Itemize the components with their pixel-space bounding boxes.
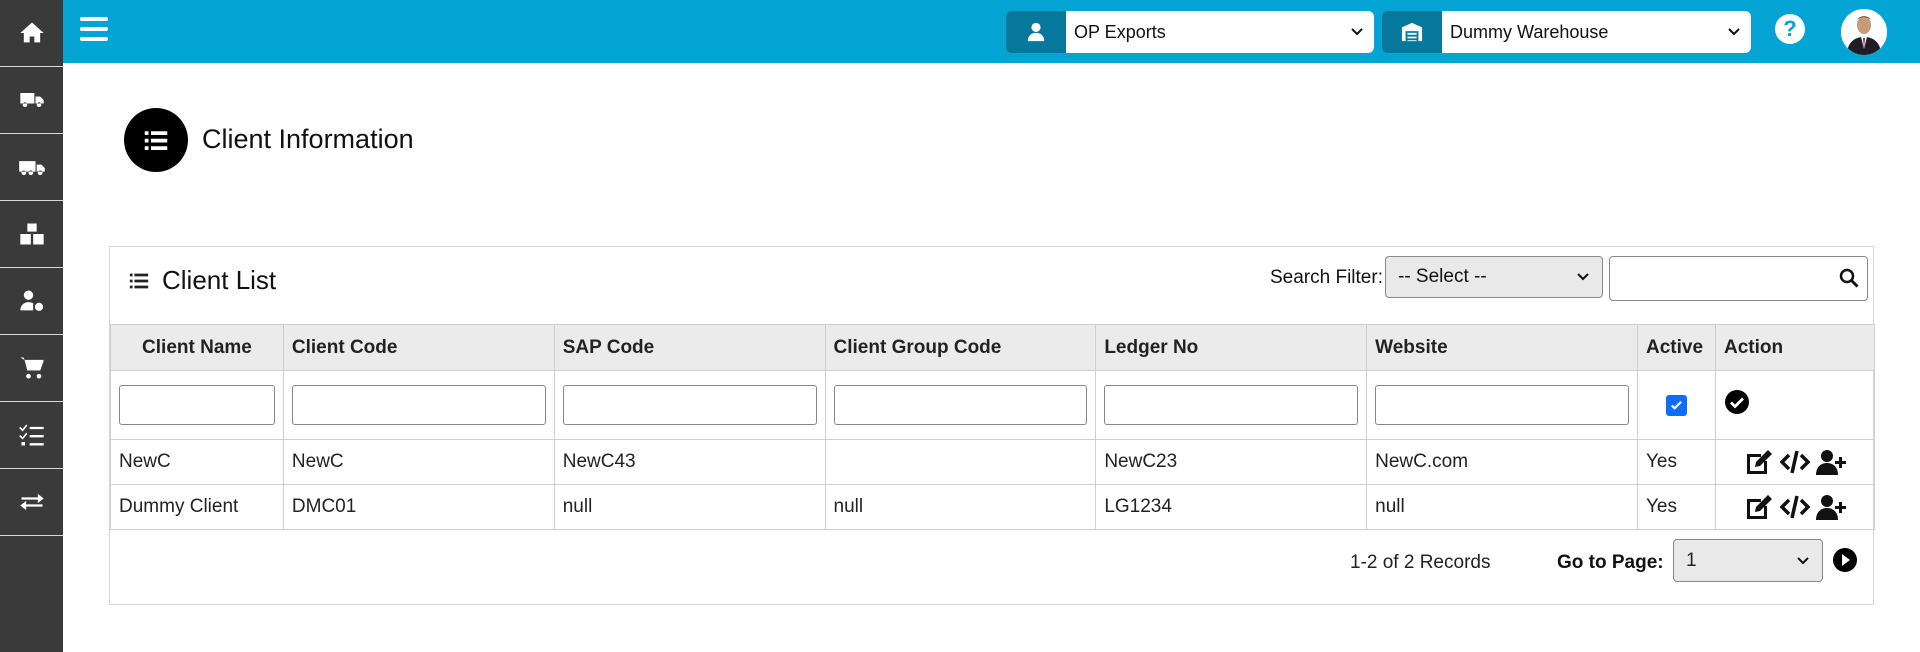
cell-active: Yes [1636, 484, 1716, 530]
chevron-down-icon [1728, 28, 1740, 36]
page-title: Client Information [202, 124, 414, 154]
row-actions [1724, 449, 1866, 475]
sidebar-item-cart[interactable] [0, 335, 63, 402]
help-button[interactable]: ? [1775, 14, 1805, 44]
company-select[interactable]: OP Exports [1066, 11, 1374, 53]
sidebar-item-user-settings[interactable] [0, 268, 63, 335]
column-header-ledger-no[interactable]: Ledger No [1095, 324, 1368, 371]
list-icon [144, 131, 168, 150]
chevron-down-icon [1351, 28, 1363, 36]
cell-client-code: DMC01 [282, 484, 555, 530]
home-icon [19, 22, 44, 43]
sidebar-item-shipping[interactable] [0, 67, 63, 134]
company-select-value: OP Exports [1074, 21, 1166, 42]
column-header-action: Action [1714, 324, 1876, 371]
client-name-filter-input[interactable] [119, 385, 275, 425]
table-filter-row [110, 370, 1876, 440]
sidebar-item-tasks[interactable] [0, 402, 63, 469]
truck-icon [19, 93, 44, 107]
cell-ledger-no: LG1234 [1095, 484, 1368, 530]
user-settings-icon [19, 290, 43, 311]
edit-icon[interactable] [1744, 449, 1774, 475]
cell-client-group-code [824, 439, 1097, 485]
cart-icon [19, 357, 44, 379]
transfer-icon [19, 493, 44, 511]
chevron-down-icon [1797, 556, 1809, 564]
sidebar-item-inventory[interactable] [0, 201, 63, 268]
avatar[interactable] [1841, 9, 1887, 55]
column-header-website[interactable]: Website [1366, 324, 1638, 371]
chevron-down-icon [1577, 273, 1589, 281]
column-header-client-group-code[interactable]: Client Group Code [824, 324, 1097, 371]
add-user-icon[interactable] [1815, 494, 1846, 520]
cell-website: NewC.com [1366, 439, 1638, 485]
edit-icon[interactable] [1744, 494, 1774, 520]
check-icon [1670, 400, 1682, 410]
search-filter-label: Search Filter: [1270, 267, 1383, 288]
page-select[interactable]: 1 [1673, 539, 1823, 582]
boxes-icon [19, 223, 44, 245]
ledger-no-filter-input[interactable] [1104, 385, 1359, 425]
records-count: 1-2 of 2 Records [1350, 552, 1491, 573]
client-list-card: Client List Search Filter: -- Select -- … [109, 246, 1876, 605]
menu-toggle-button[interactable] [80, 17, 108, 43]
card-title: Client List [162, 265, 277, 295]
user-icon [1027, 22, 1045, 42]
column-header-sap-code[interactable]: SAP Code [553, 324, 826, 371]
cell-sap-code: NewC43 [553, 439, 826, 485]
page-select-value: 1 [1686, 549, 1697, 571]
checklist-icon [18, 424, 44, 446]
client-table: Client Name Client Code SAP Code Client … [110, 324, 1876, 530]
sidebar-item-delivery[interactable] [0, 134, 63, 201]
active-filter-checkbox[interactable] [1665, 394, 1687, 416]
column-header-active[interactable]: Active [1636, 324, 1716, 371]
code-icon[interactable] [1779, 494, 1810, 520]
user-photo-icon [1841, 9, 1887, 55]
cell-sap-code: null [553, 484, 826, 530]
sidebar-item-transfer[interactable] [0, 469, 63, 536]
goto-page-label: Go to Page: [1557, 552, 1664, 573]
warehouse-select[interactable]: Dummy Warehouse [1442, 11, 1751, 53]
code-icon[interactable] [1779, 449, 1810, 475]
warehouse-select-value: Dummy Warehouse [1450, 21, 1609, 42]
sap-code-filter-input[interactable] [562, 385, 817, 425]
cell-client-group-code: null [824, 484, 1097, 530]
sidebar-item-home[interactable] [0, 0, 63, 67]
help-icon: ? [1783, 16, 1797, 41]
search-input[interactable] [1609, 256, 1868, 301]
cell-client-name: Dummy Client [110, 484, 284, 530]
warehouse-selector[interactable]: Dummy Warehouse [1382, 11, 1751, 53]
cell-client-name: NewC [110, 439, 284, 485]
client-code-filter-input[interactable] [291, 385, 546, 425]
add-user-icon[interactable] [1815, 449, 1846, 475]
top-bar: OP Exports Dummy Warehouse ? [63, 0, 1920, 63]
delivery-truck-icon [18, 161, 45, 176]
cell-ledger-no: NewC23 [1095, 439, 1368, 485]
apply-filter-check-circle-icon[interactable] [1724, 389, 1750, 415]
table-row[interactable]: Dummy Client DMC01 null null LG1234 null… [110, 484, 1876, 530]
list-icon [129, 273, 149, 288]
table-row[interactable]: NewC NewC NewC43 NewC23 NewC.com Yes [110, 439, 1876, 485]
next-page-play-icon[interactable] [1832, 547, 1858, 573]
column-header-client-code[interactable]: Client Code [282, 324, 555, 371]
company-selector[interactable]: OP Exports [1006, 11, 1374, 53]
cell-website: null [1366, 484, 1638, 530]
cell-client-code: NewC [282, 439, 555, 485]
page-title-icon [124, 108, 188, 172]
cell-active: Yes [1636, 439, 1716, 485]
row-actions [1724, 494, 1866, 520]
client-group-code-filter-input[interactable] [833, 385, 1088, 425]
table-header-row: Client Name Client Code SAP Code Client … [110, 324, 1876, 371]
website-filter-input[interactable] [1375, 385, 1629, 425]
sidebar [0, 0, 63, 652]
column-header-client-name[interactable]: Client Name [110, 324, 284, 371]
search-filter-select[interactable]: -- Select -- [1385, 256, 1603, 298]
warehouse-icon [1401, 22, 1423, 42]
search-filter-value: -- Select -- [1398, 266, 1487, 287]
search-icon[interactable] [1839, 268, 1859, 288]
hamburger-icon [80, 17, 108, 21]
